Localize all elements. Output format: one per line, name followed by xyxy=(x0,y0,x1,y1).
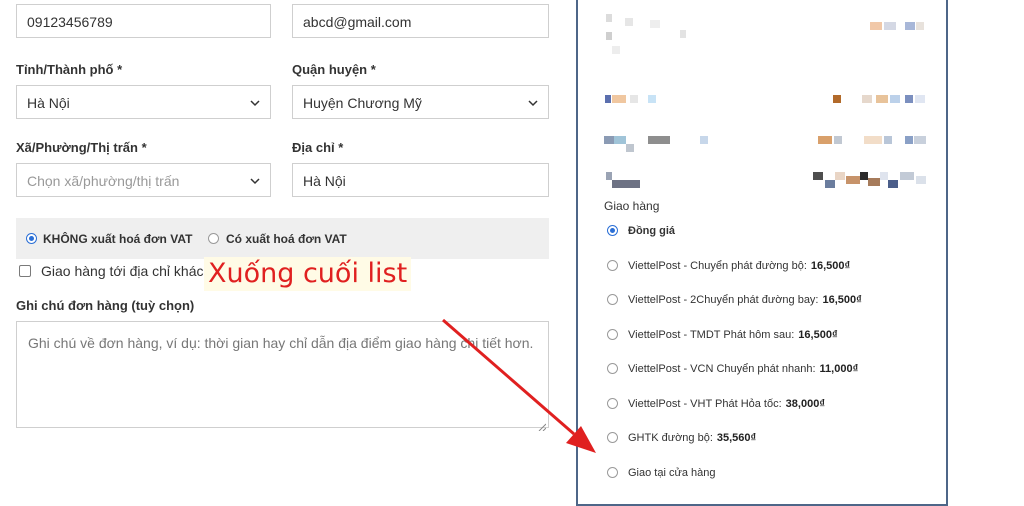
ship-other-label[interactable]: Giao hàng tới địa chỉ khác? xyxy=(41,263,211,279)
ward-label: Xã/Phường/Thị trấn * xyxy=(16,140,147,155)
order-summary-panel xyxy=(576,0,948,506)
district-label: Quận huyện * xyxy=(292,62,376,77)
annotation-text: Xuống cuối list xyxy=(204,257,412,291)
shipping-radio[interactable] xyxy=(607,397,618,409)
shipping-radio[interactable] xyxy=(607,293,618,305)
vat-no-label[interactable]: KHÔNG xuất hoá đơn VAT xyxy=(43,232,192,246)
vat-no-radio[interactable] xyxy=(26,233,37,244)
order-notes-textarea[interactable]: Ghi chú về đơn hàng, ví dụ: thời gian ha… xyxy=(16,321,549,432)
resize-handle-icon[interactable] xyxy=(538,417,547,432)
address-value: Hà Nội xyxy=(303,173,346,189)
shipping-option[interactable]: ViettelPost - 2Chuyển phát đường bay: 16,… xyxy=(607,293,862,306)
province-value: Hà Nội xyxy=(27,95,70,111)
shipping-option[interactable]: Đồng giá xyxy=(607,224,675,237)
province-label: Tỉnh/Thành phố * xyxy=(16,62,123,77)
shipping-radio[interactable] xyxy=(607,431,618,443)
shipping-option[interactable]: ViettelPost - VHT Phát Hỏa tốc: 38,000₫ xyxy=(607,397,825,410)
phone-value: 09123456789 xyxy=(27,14,113,30)
address-label: Địa chỉ * xyxy=(292,140,344,155)
district-value: Huyện Chương Mỹ xyxy=(303,95,422,111)
vat-option-box: KHÔNG xuất hoá đơn VAT Có xuất hoá đơn V… xyxy=(16,218,549,259)
province-select[interactable]: Hà Nội xyxy=(16,85,271,119)
chevron-down-icon xyxy=(250,99,260,107)
shipping-radio[interactable] xyxy=(607,328,618,340)
shipping-option[interactable]: GHTK đường bộ: 35,560₫ xyxy=(607,431,756,444)
shipping-heading: Giao hàng xyxy=(604,199,660,213)
notes-placeholder: Ghi chú về đơn hàng, ví dụ: thời gian ha… xyxy=(28,335,534,351)
address-field[interactable]: Hà Nội xyxy=(292,163,549,197)
shipping-radio[interactable] xyxy=(607,224,618,236)
shipping-radio[interactable] xyxy=(607,362,618,374)
shipping-option[interactable]: ViettelPost - VCN Chuyển phát nhanh: 11,0… xyxy=(607,362,858,375)
notes-label: Ghi chú đơn hàng (tuỳ chọn) xyxy=(16,298,195,313)
ward-placeholder: Chọn xã/phường/thị trấn xyxy=(27,173,180,189)
shipping-option[interactable]: ViettelPost - Chuyển phát đường bộ: 16,50… xyxy=(607,259,850,272)
email-field[interactable]: abcd@gmail.com xyxy=(292,4,549,38)
phone-field[interactable]: 09123456789 xyxy=(16,4,271,38)
chevron-down-icon xyxy=(528,99,538,107)
email-value: abcd@gmail.com xyxy=(303,14,412,30)
chevron-down-icon xyxy=(250,177,260,185)
shipping-radio[interactable] xyxy=(607,259,618,271)
vat-yes-label[interactable]: Có xuất hoá đơn VAT xyxy=(226,232,347,246)
shipping-radio[interactable] xyxy=(607,466,618,478)
shipping-option[interactable]: Giao tại cửa hàng xyxy=(607,466,715,479)
district-select[interactable]: Huyện Chương Mỹ xyxy=(292,85,549,119)
ship-other-checkbox[interactable] xyxy=(19,265,31,277)
vat-yes-radio[interactable] xyxy=(208,233,219,244)
shipping-option[interactable]: ViettelPost - TMDT Phát hôm sau: 16,500₫ xyxy=(607,328,838,341)
ward-select[interactable]: Chọn xã/phường/thị trấn xyxy=(16,163,271,197)
